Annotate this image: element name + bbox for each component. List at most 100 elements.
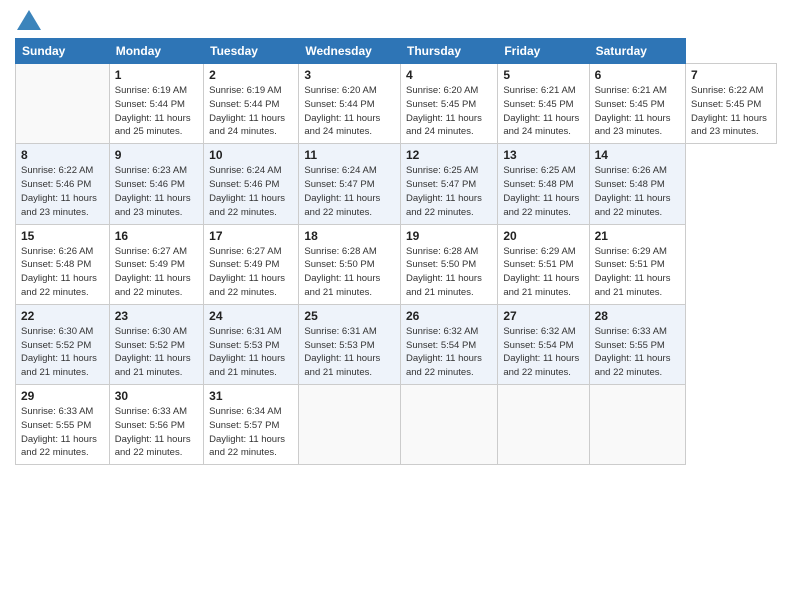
day-info: Sunrise: 6:33 AMSunset: 5:55 PMDaylight:… bbox=[595, 326, 671, 378]
day-info: Sunrise: 6:26 AMSunset: 5:48 PMDaylight:… bbox=[21, 246, 97, 298]
day-number: 30 bbox=[115, 389, 198, 403]
calendar-cell-day-empty bbox=[589, 385, 685, 465]
day-number: 19 bbox=[406, 229, 492, 243]
day-number: 3 bbox=[304, 68, 395, 82]
calendar-cell-day-28: 28 Sunrise: 6:33 AMSunset: 5:55 PMDayligh… bbox=[589, 304, 685, 384]
day-info: Sunrise: 6:32 AMSunset: 5:54 PMDaylight:… bbox=[406, 326, 482, 378]
day-info: Sunrise: 6:27 AMSunset: 5:49 PMDaylight:… bbox=[209, 246, 285, 298]
day-number: 11 bbox=[304, 148, 395, 162]
day-number: 6 bbox=[595, 68, 680, 82]
day-number: 4 bbox=[406, 68, 492, 82]
day-info: Sunrise: 6:26 AMSunset: 5:48 PMDaylight:… bbox=[595, 165, 671, 217]
calendar-cell-day-30: 30 Sunrise: 6:33 AMSunset: 5:56 PMDayligh… bbox=[109, 385, 203, 465]
calendar-cell-day-19: 19 Sunrise: 6:28 AMSunset: 5:50 PMDayligh… bbox=[400, 224, 497, 304]
day-info: Sunrise: 6:33 AMSunset: 5:55 PMDaylight:… bbox=[21, 406, 97, 458]
day-number: 22 bbox=[21, 309, 104, 323]
calendar-cell-day-empty bbox=[299, 385, 401, 465]
calendar-cell-day-16: 16 Sunrise: 6:27 AMSunset: 5:49 PMDayligh… bbox=[109, 224, 203, 304]
calendar-week-row-0: 1 Sunrise: 6:19 AMSunset: 5:44 PMDaylight… bbox=[16, 64, 777, 144]
day-info: Sunrise: 6:21 AMSunset: 5:45 PMDaylight:… bbox=[595, 85, 671, 137]
day-info: Sunrise: 6:27 AMSunset: 5:49 PMDaylight:… bbox=[115, 246, 191, 298]
day-number: 1 bbox=[115, 68, 198, 82]
day-number: 20 bbox=[503, 229, 583, 243]
calendar-header-monday: Monday bbox=[109, 39, 203, 64]
day-number: 9 bbox=[115, 148, 198, 162]
calendar-header-thursday: Thursday bbox=[400, 39, 497, 64]
day-info: Sunrise: 6:28 AMSunset: 5:50 PMDaylight:… bbox=[304, 246, 380, 298]
calendar-cell-day-25: 25 Sunrise: 6:31 AMSunset: 5:53 PMDayligh… bbox=[299, 304, 401, 384]
day-info: Sunrise: 6:30 AMSunset: 5:52 PMDaylight:… bbox=[21, 326, 97, 378]
calendar-cell-day-24: 24 Sunrise: 6:31 AMSunset: 5:53 PMDayligh… bbox=[204, 304, 299, 384]
day-info: Sunrise: 6:24 AMSunset: 5:47 PMDaylight:… bbox=[304, 165, 380, 217]
calendar-cell-day-12: 12 Sunrise: 6:25 AMSunset: 5:47 PMDayligh… bbox=[400, 144, 497, 224]
day-number: 27 bbox=[503, 309, 583, 323]
day-number: 2 bbox=[209, 68, 293, 82]
day-info: Sunrise: 6:30 AMSunset: 5:52 PMDaylight:… bbox=[115, 326, 191, 378]
calendar-cell-day-15: 15 Sunrise: 6:26 AMSunset: 5:48 PMDayligh… bbox=[16, 224, 110, 304]
day-number: 8 bbox=[21, 148, 104, 162]
day-info: Sunrise: 6:28 AMSunset: 5:50 PMDaylight:… bbox=[406, 246, 482, 298]
calendar-cell-day-6: 6 Sunrise: 6:21 AMSunset: 5:45 PMDaylight… bbox=[589, 64, 685, 144]
day-number: 31 bbox=[209, 389, 293, 403]
calendar-cell-day-7: 7Sunrise: 6:22 AMSunset: 5:45 PMDaylight… bbox=[686, 64, 777, 144]
day-number: 17 bbox=[209, 229, 293, 243]
calendar-cell-day-5: 5Sunrise: 6:21 AMSunset: 5:45 PMDaylight… bbox=[498, 64, 589, 144]
calendar-cell-day-29: 29Sunrise: 6:33 AMSunset: 5:55 PMDayligh… bbox=[16, 385, 110, 465]
calendar-header-sunday: Sunday bbox=[16, 39, 110, 64]
day-number: 16 bbox=[115, 229, 198, 243]
calendar-cell-day-9: 9Sunrise: 6:23 AMSunset: 5:46 PMDaylight… bbox=[109, 144, 203, 224]
day-number: 24 bbox=[209, 309, 293, 323]
calendar-cell-day-3: 3 Sunrise: 6:20 AMSunset: 5:44 PMDaylight… bbox=[299, 64, 401, 144]
calendar-cell-day-17: 17 Sunrise: 6:27 AMSunset: 5:49 PMDayligh… bbox=[204, 224, 299, 304]
day-number: 5 bbox=[503, 68, 583, 82]
calendar-header-row: SundayMondayTuesdayWednesdayThursdayFrid… bbox=[16, 39, 777, 64]
day-number: 26 bbox=[406, 309, 492, 323]
calendar-cell-day-1: 1Sunrise: 6:19 AMSunset: 5:44 PMDaylight… bbox=[109, 64, 203, 144]
calendar-cell-day-empty bbox=[498, 385, 589, 465]
calendar-cell-day-26: 26 Sunrise: 6:32 AMSunset: 5:54 PMDayligh… bbox=[400, 304, 497, 384]
day-number: 13 bbox=[503, 148, 583, 162]
day-info: Sunrise: 6:25 AMSunset: 5:47 PMDaylight:… bbox=[406, 165, 482, 217]
calendar-cell-day-empty bbox=[400, 385, 497, 465]
calendar-week-row-4: 29Sunrise: 6:33 AMSunset: 5:55 PMDayligh… bbox=[16, 385, 777, 465]
calendar-cell-day-14: 14 Sunrise: 6:26 AMSunset: 5:48 PMDayligh… bbox=[589, 144, 685, 224]
calendar-cell-day-11: 11 Sunrise: 6:24 AMSunset: 5:47 PMDayligh… bbox=[299, 144, 401, 224]
day-info: Sunrise: 6:25 AMSunset: 5:48 PMDaylight:… bbox=[503, 165, 579, 217]
calendar-cell-day-2: 2 Sunrise: 6:19 AMSunset: 5:44 PMDaylight… bbox=[204, 64, 299, 144]
calendar-header-friday: Friday bbox=[498, 39, 589, 64]
day-info: Sunrise: 6:22 AMSunset: 5:46 PMDaylight:… bbox=[21, 165, 97, 217]
logo bbox=[15, 10, 41, 30]
calendar-cell-day-10: 10 Sunrise: 6:24 AMSunset: 5:46 PMDayligh… bbox=[204, 144, 299, 224]
day-number: 18 bbox=[304, 229, 395, 243]
day-number: 25 bbox=[304, 309, 395, 323]
calendar-cell-day-31: 31Sunrise: 6:34 AMSunset: 5:57 PMDayligh… bbox=[204, 385, 299, 465]
calendar-cell-day-8: 8 Sunrise: 6:22 AMSunset: 5:46 PMDaylight… bbox=[16, 144, 110, 224]
day-info: Sunrise: 6:20 AMSunset: 5:44 PMDaylight:… bbox=[304, 85, 380, 137]
day-number: 15 bbox=[21, 229, 104, 243]
calendar-cell-day-20: 20Sunrise: 6:29 AMSunset: 5:51 PMDayligh… bbox=[498, 224, 589, 304]
calendar-cell-day-23: 23 Sunrise: 6:30 AMSunset: 5:52 PMDayligh… bbox=[109, 304, 203, 384]
calendar-cell-day-18: 18 Sunrise: 6:28 AMSunset: 5:50 PMDayligh… bbox=[299, 224, 401, 304]
calendar-cell-empty bbox=[16, 64, 110, 144]
calendar-cell-day-27: 27 Sunrise: 6:32 AMSunset: 5:54 PMDayligh… bbox=[498, 304, 589, 384]
day-info: Sunrise: 6:19 AMSunset: 5:44 PMDaylight:… bbox=[209, 85, 285, 137]
calendar-cell-day-13: 13 Sunrise: 6:25 AMSunset: 5:48 PMDayligh… bbox=[498, 144, 589, 224]
day-info: Sunrise: 6:29 AMSunset: 5:51 PMDaylight:… bbox=[595, 246, 671, 298]
day-number: 23 bbox=[115, 309, 198, 323]
day-info: Sunrise: 6:33 AMSunset: 5:56 PMDaylight:… bbox=[115, 406, 191, 458]
day-info: Sunrise: 6:31 AMSunset: 5:53 PMDaylight:… bbox=[209, 326, 285, 378]
day-info: Sunrise: 6:22 AMSunset: 5:45 PMDaylight:… bbox=[691, 85, 767, 137]
day-info: Sunrise: 6:32 AMSunset: 5:54 PMDaylight:… bbox=[503, 326, 579, 378]
day-number: 12 bbox=[406, 148, 492, 162]
day-info: Sunrise: 6:31 AMSunset: 5:53 PMDaylight:… bbox=[304, 326, 380, 378]
day-number: 10 bbox=[209, 148, 293, 162]
calendar-week-row-3: 22 Sunrise: 6:30 AMSunset: 5:52 PMDayligh… bbox=[16, 304, 777, 384]
day-number: 14 bbox=[595, 148, 680, 162]
day-number: 28 bbox=[595, 309, 680, 323]
calendar-header-tuesday: Tuesday bbox=[204, 39, 299, 64]
calendar-cell-day-21: 21Sunrise: 6:29 AMSunset: 5:51 PMDayligh… bbox=[589, 224, 685, 304]
calendar-header-saturday: Saturday bbox=[589, 39, 685, 64]
page-container: SundayMondayTuesdayWednesdayThursdayFrid… bbox=[0, 0, 792, 475]
calendar-header-wednesday: Wednesday bbox=[299, 39, 401, 64]
day-info: Sunrise: 6:24 AMSunset: 5:46 PMDaylight:… bbox=[209, 165, 285, 217]
